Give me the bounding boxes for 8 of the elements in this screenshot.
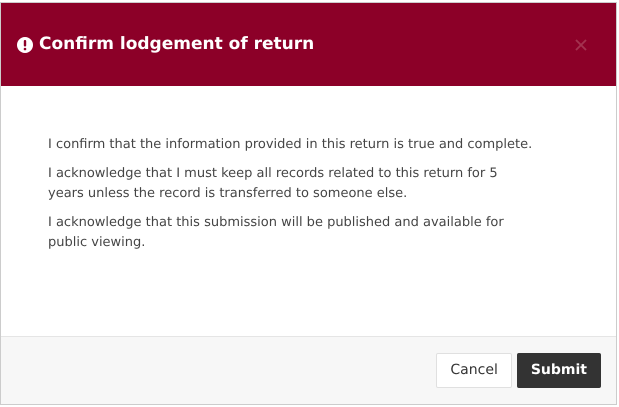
close-icon[interactable] bbox=[574, 38, 588, 52]
exclamation-icon bbox=[17, 36, 33, 52]
submit-button[interactable]: Submit bbox=[516, 353, 601, 388]
confirmation-text: I confirm that the information provided in this return is true and complete. bbox=[48, 136, 534, 154]
confirmation-text: I acknowledge that this submission will be published and available for public viewing. bbox=[48, 214, 505, 252]
cancel-button[interactable]: Cancel bbox=[436, 353, 512, 388]
dialog-title: Confirm lodgement of return bbox=[39, 32, 314, 56]
confirmation-text: I acknowledge that I must keep all records related to this return for 5 years unless the record is transferred to someone else. bbox=[48, 165, 499, 203]
